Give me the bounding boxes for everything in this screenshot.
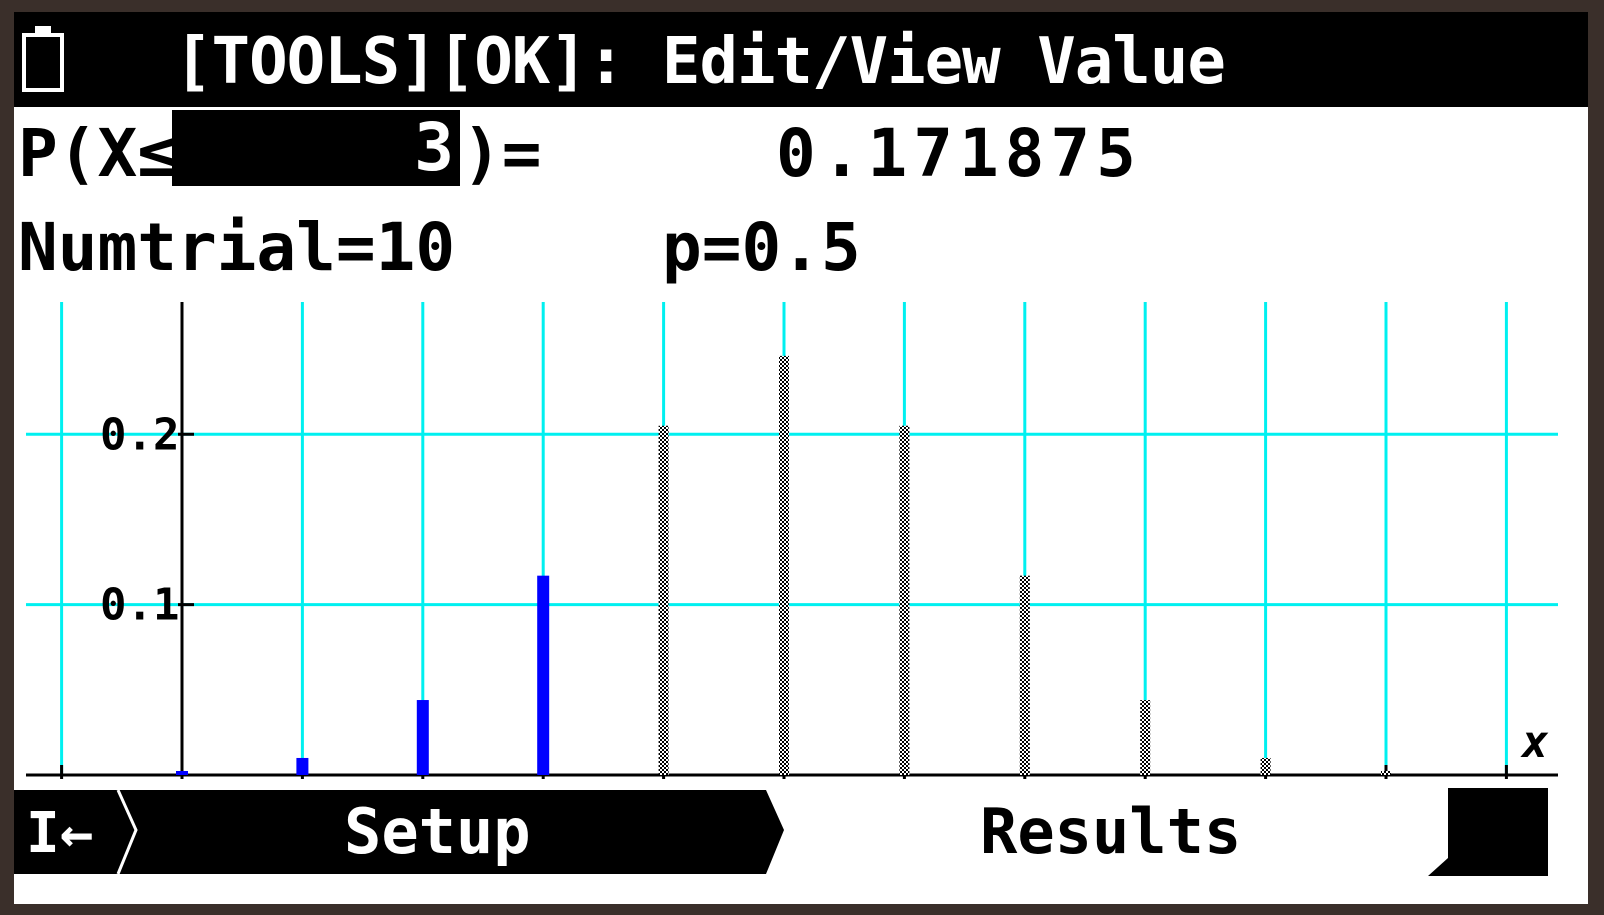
y-tick-label: 0.2 xyxy=(100,409,179,460)
back-button[interactable]: I← xyxy=(14,790,134,878)
bar-x-10 xyxy=(1381,771,1391,775)
battery-icon xyxy=(22,26,64,92)
bar-x-3 xyxy=(537,575,550,775)
bar-x-0 xyxy=(176,771,188,775)
p-label: p=0.5 xyxy=(662,209,861,286)
tab-results[interactable]: Results xyxy=(980,790,1241,874)
title-text: [TOOLS][OK]: Edit/View Value xyxy=(174,25,1226,99)
x-value-input-text: 3 xyxy=(414,109,454,186)
tab-setup[interactable]: Setup xyxy=(344,790,531,874)
bar-x-1 xyxy=(296,757,309,775)
bar-x-6 xyxy=(899,425,910,775)
bar-x-9 xyxy=(1260,757,1271,775)
back-arrow-icon: I← xyxy=(26,801,94,866)
binomial-chart[interactable]: 0.1 0.2 x xyxy=(14,297,1588,787)
x-value-input[interactable]: 3 xyxy=(172,110,460,186)
probability-result: 0.171875 xyxy=(776,115,1142,192)
bar-x-8 xyxy=(1140,700,1151,775)
bottom-bar: I← Setup Results xyxy=(14,786,1588,904)
bar-x-5 xyxy=(779,355,789,775)
y-tick-label: 0.1 xyxy=(100,580,179,631)
title-bar: [TOOLS][OK]: Edit/View Value xyxy=(14,12,1588,107)
bar-x-7 xyxy=(1019,575,1030,775)
calculator-screen: [TOOLS][OK]: Edit/View Value P(X≤ 3 )= 0… xyxy=(14,12,1588,904)
x-axis-label: x xyxy=(1520,717,1549,768)
probability-label-prefix: P(X≤ xyxy=(18,115,177,192)
bar-x-4 xyxy=(658,425,669,775)
bar-x-2 xyxy=(416,700,429,775)
numtrial-label: Numtrial=10 xyxy=(18,209,456,286)
corner-softkey[interactable] xyxy=(1428,788,1548,876)
probability-label-suffix: )= xyxy=(462,115,542,192)
